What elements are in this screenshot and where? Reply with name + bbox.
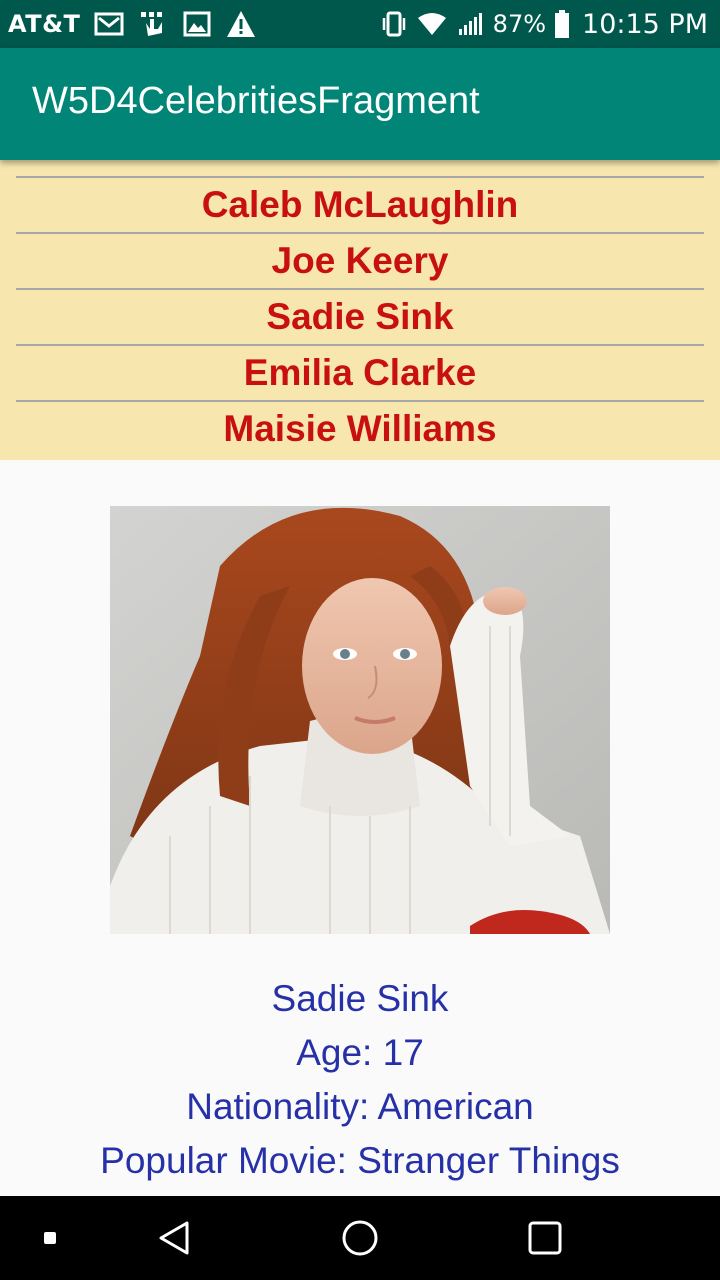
celebrity-item-maisie-williams[interactable]: Maisie Williams xyxy=(16,402,704,456)
overview-icon[interactable] xyxy=(510,1196,580,1280)
status-right: 87% 10:15 PM xyxy=(379,0,708,48)
celebrity-item-emilia-clarke[interactable]: Emilia Clarke xyxy=(16,346,704,402)
signal-icon xyxy=(455,9,485,39)
recent-square-small-icon[interactable] xyxy=(30,1196,70,1280)
detail-popular-movie: Popular Movie: Stranger Things xyxy=(100,1140,620,1181)
celebrity-photo xyxy=(110,506,610,934)
status-left: AT&T xyxy=(8,0,256,48)
battery-percent: 87% xyxy=(492,10,547,38)
usb-debug-icon xyxy=(138,9,168,39)
gmail-icon xyxy=(94,9,124,39)
celebrity-item-sadie-sink[interactable]: Sadie Sink xyxy=(16,290,704,346)
vibrate-icon xyxy=(379,9,409,39)
battery-icon xyxy=(554,9,570,39)
detail-name: Sadie Sink xyxy=(271,978,449,1019)
celebrity-item-caleb-mclaughlin[interactable]: Caleb McLaughlin xyxy=(16,178,704,234)
detail-nationality: Nationality: American xyxy=(186,1086,534,1127)
back-icon[interactable] xyxy=(140,1196,210,1280)
detail-age: Age: 17 xyxy=(296,1032,424,1073)
clock: 10:15 PM xyxy=(582,8,708,40)
celebrity-list: Caleb McLaughlin Joe Keery Sadie Sink Em… xyxy=(0,160,720,460)
image-icon xyxy=(182,9,212,39)
status-bar: AT&T 87% 10:15 PM xyxy=(0,0,720,48)
carrier-label: AT&T xyxy=(8,10,81,38)
celebrity-item-joe-keery[interactable]: Joe Keery xyxy=(16,234,704,290)
navigation-bar xyxy=(0,1196,720,1280)
warning-icon xyxy=(226,9,256,39)
home-icon[interactable] xyxy=(325,1196,395,1280)
app-title: W5D4CelebritiesFragment xyxy=(32,80,480,122)
app-bar: W5D4CelebritiesFragment xyxy=(0,48,720,160)
wifi-icon xyxy=(417,9,447,39)
